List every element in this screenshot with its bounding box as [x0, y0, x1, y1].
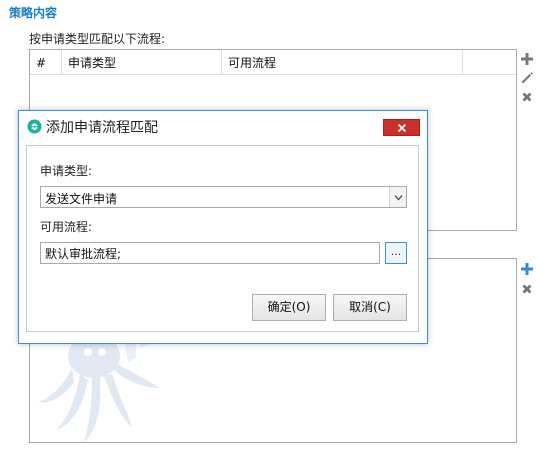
dialog-title: 添加申请流程匹配 [46, 120, 158, 136]
cancel-button[interactable]: 取消(C) [333, 294, 407, 321]
app-logo-icon [27, 119, 42, 134]
delete-icon[interactable] [520, 90, 534, 104]
available-flow-label: 可用流程: [40, 220, 93, 234]
table-header: # 申请类型 可用流程 [30, 50, 516, 75]
close-icon [397, 123, 406, 133]
dialog-titlebar[interactable]: 添加申请流程匹配 [19, 111, 427, 141]
column-header-index[interactable]: # [30, 50, 62, 74]
request-type-select[interactable]: 发送文件申请 [40, 186, 407, 208]
chevron-down-icon [394, 195, 402, 201]
add-icon[interactable] [520, 262, 534, 276]
add-flow-match-dialog: 添加申请流程匹配 申请类型: 发送文件申请 可用流程: ... 确定(O) 取消… [18, 110, 428, 344]
column-header-flow[interactable]: 可用流程 [222, 50, 463, 74]
available-flow-input[interactable] [40, 242, 380, 264]
request-type-value: 发送文件申请 [45, 192, 118, 206]
section-title: 策略内容 [9, 6, 58, 20]
dropdown-arrow[interactable] [389, 187, 406, 207]
delete-icon[interactable] [520, 282, 534, 296]
column-header-type[interactable]: 申请类型 [62, 50, 222, 74]
request-type-label: 申请类型: [40, 164, 93, 178]
add-icon[interactable] [520, 52, 534, 66]
match-rule-label: 按申请类型匹配以下流程: [29, 32, 166, 46]
browse-flow-button[interactable]: ... [385, 242, 407, 264]
pencil-icon[interactable] [520, 71, 534, 85]
close-button[interactable] [383, 119, 420, 136]
ok-button[interactable]: 确定(O) [252, 294, 326, 321]
dialog-body: 申请类型: 发送文件申请 可用流程: ... 确定(O) 取消(C) [26, 145, 419, 332]
